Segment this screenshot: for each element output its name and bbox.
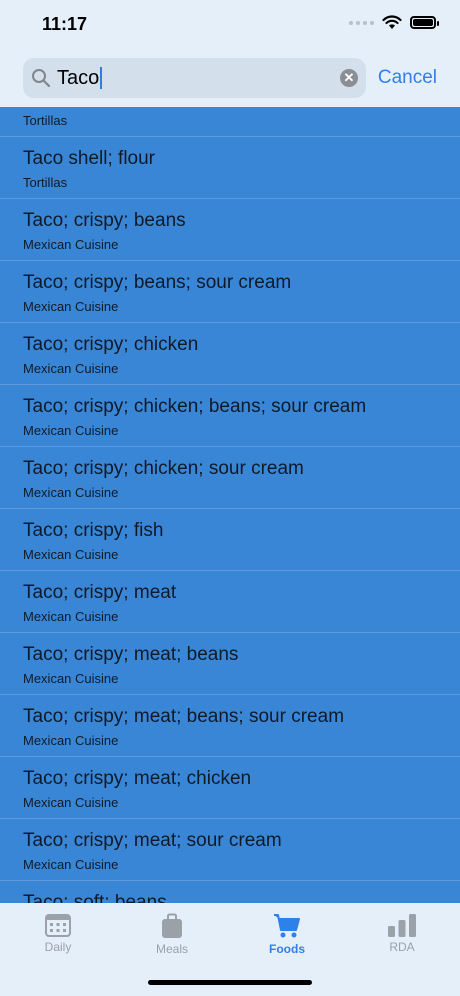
search-field[interactable]: Taco ✕ [23,58,366,98]
result-subtitle: Tortillas [23,175,68,190]
cancel-button[interactable]: Cancel [378,67,437,89]
status-icons [349,15,439,30]
result-row[interactable]: Taco; crispy; meat; beans; sour cream Mex… [0,695,460,757]
search-bar: Taco ✕ Cancel [0,50,460,107]
result-row[interactable]: Taco; crispy; chicken; sour cream Mexican… [0,447,460,509]
status-time: 11:17 [42,14,88,34]
bag-icon [162,913,182,938]
tab-rda[interactable]: RDA [362,913,442,954]
result-row[interactable]: Taco; crispy; beans; sour cream Mexican C… [0,261,460,323]
result-title: Taco shell; corn [23,107,155,108]
clear-search-icon[interactable]: ✕ [340,69,358,87]
results-list[interactable]: Taco shell; cornTortillasTaco shell; flo… [0,107,460,903]
tab-label: Daily [44,940,72,954]
result-row[interactable]: Taco; crispy; meat; beans Mexican Cuisine [0,633,460,695]
result-row[interactable]: Taco; crispy; chicken; beans; sour cream… [0,385,460,447]
result-title: Taco; soft; beans [23,892,167,903]
result-title: Taco; crispy; meat; chicken [23,768,252,789]
result-row[interactable]: Taco shell; flour Tortillas [0,137,460,199]
result-subtitle: Mexican Cuisine [23,547,119,562]
result-title: Taco; crispy; beans; sour cream [23,272,292,293]
calendar-icon [45,914,71,937]
cellular-signal-icon [349,20,374,25]
search-icon [32,69,51,88]
result-title: Taco; crispy; meat; beans [23,644,239,665]
result-row[interactable]: Taco; crispy; meat; chicken Mexican Cuisi… [0,757,460,819]
result-title: Taco; crispy; fish [23,520,164,541]
result-subtitle: Mexican Cuisine [23,857,119,872]
results-inner: Taco shell; cornTortillasTaco shell; flo… [0,107,460,903]
result-row[interactable]: Taco; crispy; beans Mexican Cuisine [0,199,460,261]
result-row[interactable]: Taco; crispy; fish Mexican Cuisine [0,509,460,571]
result-subtitle: Mexican Cuisine [23,609,119,624]
tab-label: Meals [155,942,188,956]
result-title: Taco; crispy; meat; beans; sour cream [23,706,345,727]
tab-foods[interactable]: Foods [247,913,327,956]
result-title: Taco shell; flour [23,148,156,169]
result-subtitle: Tortillas [23,113,68,128]
result-subtitle: Mexican Cuisine [23,361,119,376]
status-bar: 11:17 [0,0,460,50]
result-subtitle: Mexican Cuisine [23,237,119,252]
result-title: Taco; crispy; chicken [23,334,199,355]
result-subtitle: Mexican Cuisine [23,299,119,314]
bar-chart-icon [388,914,416,937]
result-title: Taco; crispy; meat [23,582,177,603]
result-subtitle: Mexican Cuisine [23,671,119,686]
result-subtitle: Mexican Cuisine [23,423,119,438]
battery-icon [410,16,439,29]
result-title: Taco; crispy; chicken; beans; sour cream [23,396,367,417]
search-input[interactable]: Taco [57,67,103,89]
tab-daily[interactable]: Daily [18,913,98,954]
result-row[interactable]: Taco; crispy; chicken Mexican Cuisine [0,323,460,385]
wifi-icon [382,15,402,29]
result-title: Taco; crispy; beans [23,210,186,231]
result-subtitle: Mexican Cuisine [23,733,119,748]
cart-icon [274,914,300,938]
result-row[interactable]: Taco; crispy; meat Mexican Cuisine [0,571,460,633]
result-row[interactable]: Taco; crispy; meat; sour cream Mexican Cu… [0,819,460,881]
result-subtitle: Mexican Cuisine [23,485,119,500]
result-subtitle: Mexican Cuisine [23,795,119,810]
tab-meals[interactable]: Meals [132,913,212,956]
tab-label: RDA [389,940,415,954]
home-indicator [148,980,312,985]
result-title: Taco; crispy; chicken; sour cream [23,458,304,479]
result-row[interactable]: Taco; soft; beansMexican Cuisine [0,881,460,903]
tab-label: Foods [269,942,305,956]
result-row[interactable]: Taco shell; corn Tortillas [0,107,460,137]
result-title: Taco; crispy; meat; sour cream [23,830,282,851]
